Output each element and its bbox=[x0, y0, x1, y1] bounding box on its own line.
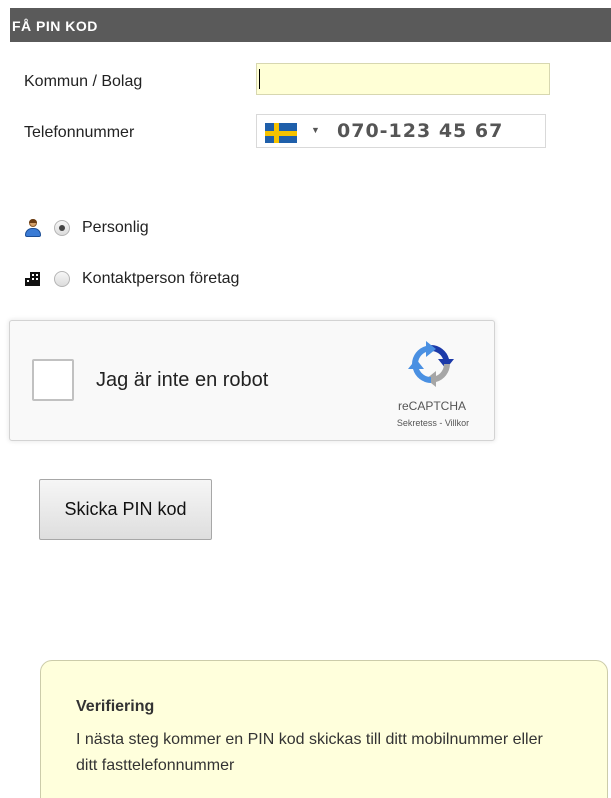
company-label: Kontaktperson företag bbox=[82, 270, 240, 287]
recaptcha-logo-icon bbox=[408, 341, 454, 387]
company-radio[interactable] bbox=[54, 271, 70, 287]
phone-input[interactable] bbox=[337, 117, 537, 145]
section-title: FÅ PIN KOD bbox=[12, 18, 98, 34]
verification-info-box: Verifiering I nästa steg kommer en PIN k… bbox=[40, 660, 608, 798]
recaptcha-privacy-links[interactable]: Sekretess - Villkor bbox=[370, 418, 496, 428]
phone-label: Telefonnummer bbox=[24, 124, 135, 141]
personal-radio[interactable] bbox=[54, 220, 70, 236]
section-header: FÅ PIN KOD bbox=[10, 8, 611, 42]
chevron-down-icon: ▼ bbox=[311, 125, 320, 135]
text-caret bbox=[259, 69, 260, 89]
phone-field: ▼ bbox=[256, 114, 546, 148]
info-text: I nästa steg kommer en PIN kod skickas t… bbox=[76, 731, 543, 774]
pin-code-page: FÅ PIN KOD Kommun / Bolag Telefonnummer … bbox=[0, 0, 611, 798]
kommun-input[interactable] bbox=[256, 63, 550, 95]
personal-label: Personlig bbox=[82, 219, 149, 236]
captcha-label: Jag är inte en robot bbox=[96, 369, 269, 391]
country-selector[interactable]: ▼ bbox=[257, 115, 325, 147]
captcha-checkbox[interactable] bbox=[32, 359, 74, 401]
send-pin-button[interactable]: Skicka PIN kod bbox=[39, 479, 212, 540]
role-option-company[interactable]: Kontaktperson företag bbox=[24, 268, 239, 290]
kommun-label: Kommun / Bolag bbox=[24, 73, 143, 90]
building-icon bbox=[24, 270, 42, 288]
recaptcha-widget: Jag är inte en robot reCAPTCHA Sekretess… bbox=[9, 320, 495, 441]
user-icon bbox=[24, 219, 42, 237]
recaptcha-brand: reCAPTCHA bbox=[397, 399, 466, 413]
role-option-personal[interactable]: Personlig bbox=[24, 217, 149, 239]
info-title: Verifiering bbox=[76, 698, 155, 715]
flag-se-icon bbox=[265, 123, 297, 143]
